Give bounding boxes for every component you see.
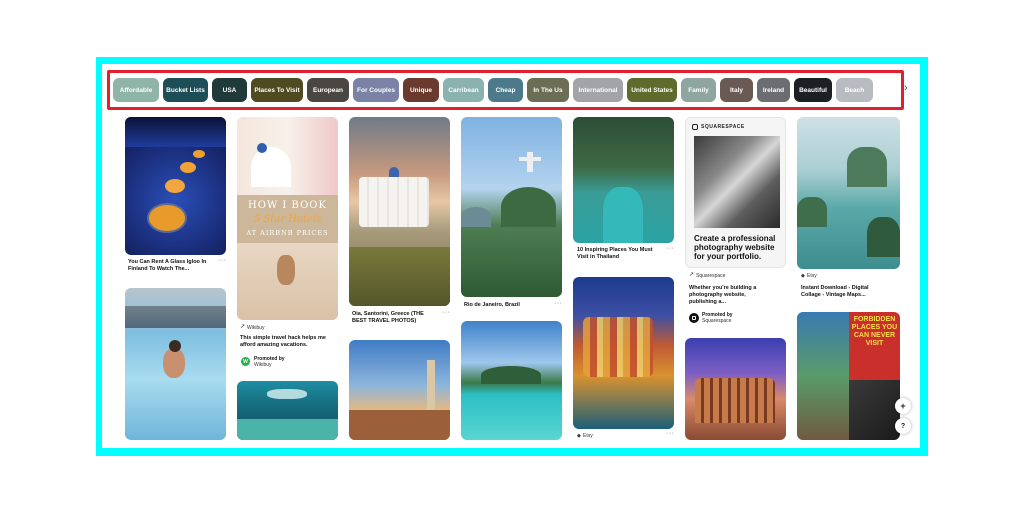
avatar[interactable]: W [241, 357, 250, 366]
pin-image-wikibuy[interactable]: HOW I BOOK 5 Star Hotels AT AIRBNB PRICE… [237, 117, 338, 320]
promoter-name[interactable]: Wikibuy [254, 362, 272, 368]
chevron-right-icon[interactable]: › [904, 82, 908, 94]
pin-caption-wikibuy[interactable]: This simple travel hack helps me afford … [240, 335, 332, 349]
etsy-tag-icon: ◆ [801, 273, 805, 279]
pin-source-etsy[interactable]: Etsy [807, 273, 817, 279]
pin-image-squarespace[interactable]: SQUARESPACE Create a professional photog… [685, 117, 786, 268]
more-options-icon[interactable]: ··· [554, 300, 563, 307]
add-icon[interactable]: + [895, 398, 911, 414]
pin-source-squarespace[interactable]: Squarespace [696, 273, 725, 279]
pin-image-blue-lagoon[interactable] [125, 288, 226, 440]
pin-image-rio[interactable] [461, 117, 562, 297]
pin-source-etsy[interactable]: Etsy [583, 433, 593, 439]
pin-caption-thailand[interactable]: 10 Inspiring Places You Must Visit in Th… [577, 247, 659, 261]
pin-caption-collage[interactable]: Instant Download - Digital Collage - Vin… [801, 285, 885, 299]
pin-image-barcelona[interactable] [349, 340, 450, 440]
source-link-icon: ↗ [689, 272, 695, 278]
forbidden-places-text: FORBIDDEN PLACES YOU CAN NEVER VISIT [851, 316, 898, 347]
more-options-icon[interactable]: ··· [218, 257, 227, 264]
pin-image-cinque-terre[interactable] [573, 277, 674, 429]
more-options-icon[interactable]: ··· [442, 309, 451, 316]
squarespace-headline: Create a professional photography websit… [694, 234, 776, 261]
pin-image-santorini[interactable] [349, 117, 450, 306]
pin-image-halong-bay[interactable] [797, 117, 900, 269]
squarespace-logo-icon [692, 316, 696, 320]
pin-caption-squarespace[interactable]: Whether you're building a photography we… [689, 285, 773, 306]
pin-caption-santorini[interactable]: Oia, Santorini, Greece (THE BEST TRAVEL … [352, 311, 432, 325]
pin-image-forbidden-places[interactable]: FORBIDDEN PLACES YOU CAN NEVER VISIT [797, 312, 900, 440]
pin-caption-igloo[interactable]: You Can Rent A Glass Igloo In Finland To… [128, 259, 210, 273]
source-link-icon: ↗ [240, 324, 246, 330]
pin-caption-rio[interactable]: Rio de Janeiro, Brazil [464, 302, 544, 309]
squarespace-brand: SQUARESPACE [701, 124, 745, 130]
pin-image-igloo[interactable] [125, 117, 226, 255]
more-options-icon[interactable]: ··· [666, 430, 675, 437]
avatar[interactable] [689, 313, 699, 323]
pin-image-aquarium[interactable] [237, 381, 338, 440]
etsy-tag-icon: ◆ [577, 433, 581, 439]
pin-image-tropical-island[interactable] [461, 321, 562, 440]
promoter-name[interactable]: Squarespace [702, 318, 731, 324]
pin-image-colosseum[interactable] [685, 338, 786, 440]
wikibuy-overlay-line1: HOW I BOOK [248, 200, 327, 211]
pin-image-thailand[interactable] [573, 117, 674, 243]
help-icon[interactable]: ? [895, 418, 911, 434]
wikibuy-overlay-line2: 5 Star Hotels [253, 214, 322, 225]
pin-source-wikibuy[interactable]: Wikibuy [247, 325, 265, 331]
more-options-icon[interactable]: ··· [666, 245, 675, 252]
wikibuy-overlay-line3: AT AIRBNB PRICES [246, 229, 329, 237]
avatar-letter: W [243, 358, 248, 365]
category-highlight-box [107, 70, 904, 110]
